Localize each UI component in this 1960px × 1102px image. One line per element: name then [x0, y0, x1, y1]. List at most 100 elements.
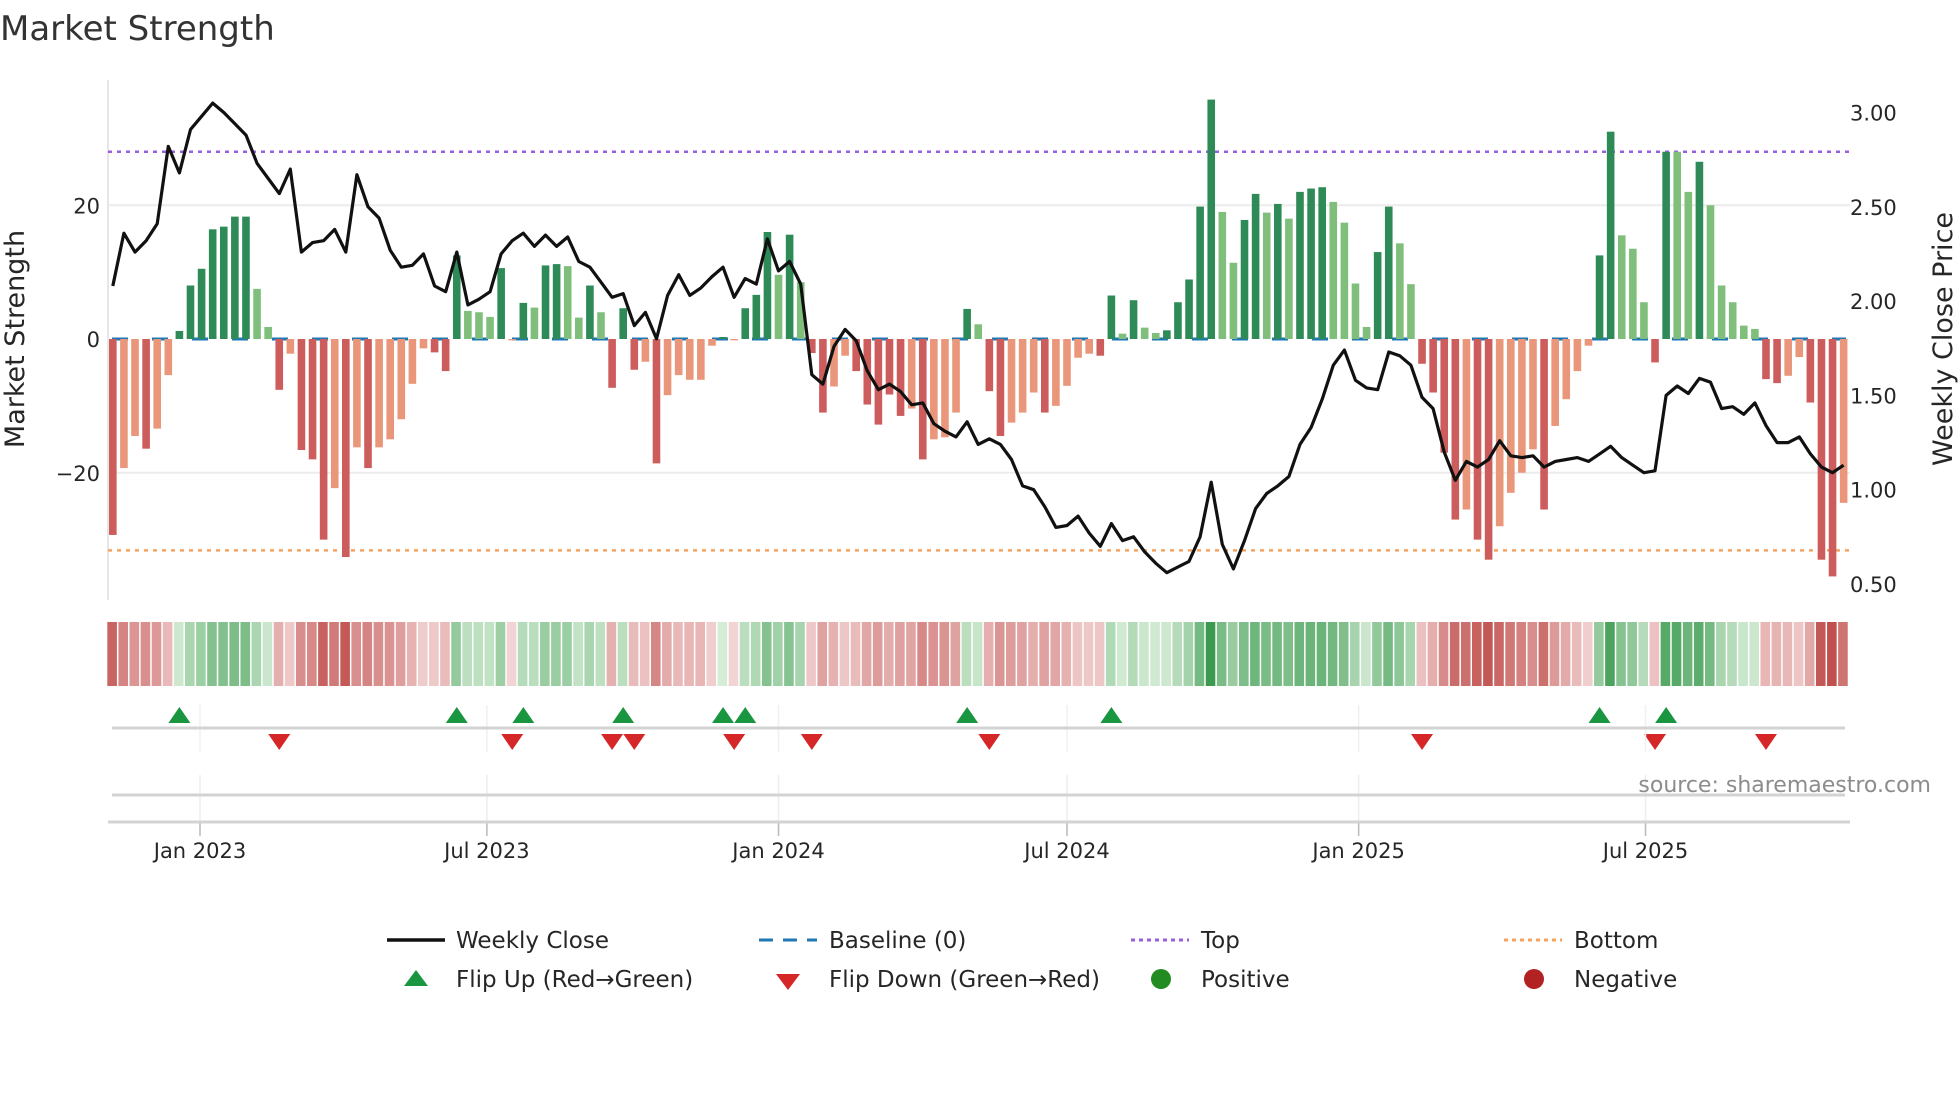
negative-bar — [441, 339, 450, 372]
negative-bar — [874, 339, 883, 425]
positive-bar — [1196, 206, 1204, 339]
negative-bar — [641, 339, 650, 362]
positive-bar — [1329, 201, 1338, 339]
negative-bar — [1651, 339, 1659, 363]
strip-cell — [1394, 622, 1404, 686]
strip-cell — [628, 622, 639, 686]
positive-bar — [219, 226, 228, 339]
negative-bar — [685, 339, 694, 380]
strip-cell — [318, 622, 328, 686]
strip-cell — [972, 622, 983, 686]
legend-positive: Positive — [1201, 967, 1290, 993]
flip-down-marker — [501, 734, 524, 750]
strip-cell — [1460, 622, 1471, 686]
legend-baseline: Baseline (0) — [829, 928, 966, 954]
negative-bar — [1562, 339, 1571, 400]
strip-cell — [1660, 622, 1671, 686]
strip-cell — [1494, 622, 1504, 686]
negative-bar — [996, 339, 1005, 436]
positive-bar — [486, 316, 494, 339]
negative-bar — [1495, 339, 1504, 527]
flip-down-marker — [1644, 734, 1667, 750]
strip-cell — [1028, 622, 1038, 686]
strip-cell — [340, 622, 350, 686]
strip-cell — [495, 622, 506, 686]
strip-cell — [240, 622, 251, 686]
negative-bar — [652, 339, 661, 464]
negative-bar — [508, 339, 517, 341]
strip-cell — [1338, 622, 1349, 686]
positive-bar — [1717, 285, 1726, 339]
negative-bar — [1029, 339, 1038, 393]
positive-bar — [597, 312, 605, 339]
negative-bar — [1540, 339, 1548, 510]
strip-cell — [573, 622, 583, 686]
flip-up-marker — [1588, 707, 1611, 723]
negative-bar — [1584, 339, 1593, 346]
negative-bar — [330, 339, 339, 489]
positive-bar — [1140, 327, 1149, 339]
strip-cell — [1094, 622, 1105, 686]
flip-down-icon — [776, 974, 800, 990]
positive-bar — [1118, 333, 1127, 339]
positive-bar — [1595, 255, 1604, 339]
strip-cell — [961, 622, 972, 686]
positive-bar — [186, 285, 195, 339]
strip-cell — [562, 622, 572, 686]
strip-cell — [384, 622, 395, 686]
strip-cell — [584, 622, 595, 686]
positive-bar — [1706, 205, 1715, 339]
positive-bar — [197, 268, 206, 339]
flip-up-marker — [1655, 707, 1678, 723]
strip-cell — [196, 622, 206, 686]
flip-up-marker — [612, 707, 635, 723]
strip-cell — [1294, 622, 1305, 686]
strip-cell — [662, 622, 672, 686]
strip-cell — [251, 622, 262, 686]
flip-down-marker — [978, 734, 1001, 750]
strip-cell — [1161, 622, 1171, 686]
positive-bar — [1695, 161, 1704, 339]
negative-bar — [375, 339, 383, 448]
strip-cell — [440, 622, 450, 686]
strip-cell — [417, 622, 428, 686]
strip-cell — [739, 622, 750, 686]
legend: Weekly Close Baseline (0) Top Bottom Fli… — [387, 928, 1677, 993]
negative-bar — [708, 339, 716, 346]
strip-cell — [1050, 622, 1060, 686]
negative-dot-icon — [1524, 969, 1544, 989]
negative-bar — [1806, 339, 1815, 403]
positive-bar — [1662, 151, 1670, 339]
positive-bar — [1185, 279, 1193, 339]
strip-cell — [173, 622, 184, 686]
negative-bar — [896, 339, 905, 416]
x-tick-label: Jan 2025 — [1310, 839, 1405, 863]
negative-bar — [730, 339, 738, 341]
strip-cell — [895, 622, 905, 686]
strip-cell — [761, 622, 772, 686]
strip-cell — [1017, 622, 1027, 686]
positive-bar — [1129, 300, 1138, 339]
negative-bar — [1828, 339, 1837, 577]
strip-cell — [1039, 622, 1049, 686]
positive-bar — [1384, 206, 1393, 339]
negative-bar — [841, 339, 849, 356]
negative-bar — [1573, 339, 1582, 372]
strip-cell — [983, 622, 994, 686]
strip-cell — [706, 622, 717, 686]
positive-bar — [1207, 99, 1216, 340]
strip-cell — [1749, 622, 1759, 686]
market-strength-chart: Market Strength 20 0 −20 3.00 2.50 2.00 1.50 1… — [0, 9, 1959, 993]
positive-bar — [497, 268, 505, 339]
positive-bar — [1751, 328, 1759, 339]
positive-bar — [1351, 283, 1360, 339]
negative-bar — [164, 339, 173, 376]
positive-bar — [619, 308, 627, 339]
strip-cell — [1793, 622, 1804, 686]
negative-bar — [308, 339, 317, 460]
negative-bar — [319, 339, 328, 540]
strip-cell — [1116, 622, 1127, 686]
negative-bar — [109, 339, 117, 535]
y-tick-label: 20 — [73, 194, 100, 218]
strip-cell — [1405, 622, 1416, 686]
